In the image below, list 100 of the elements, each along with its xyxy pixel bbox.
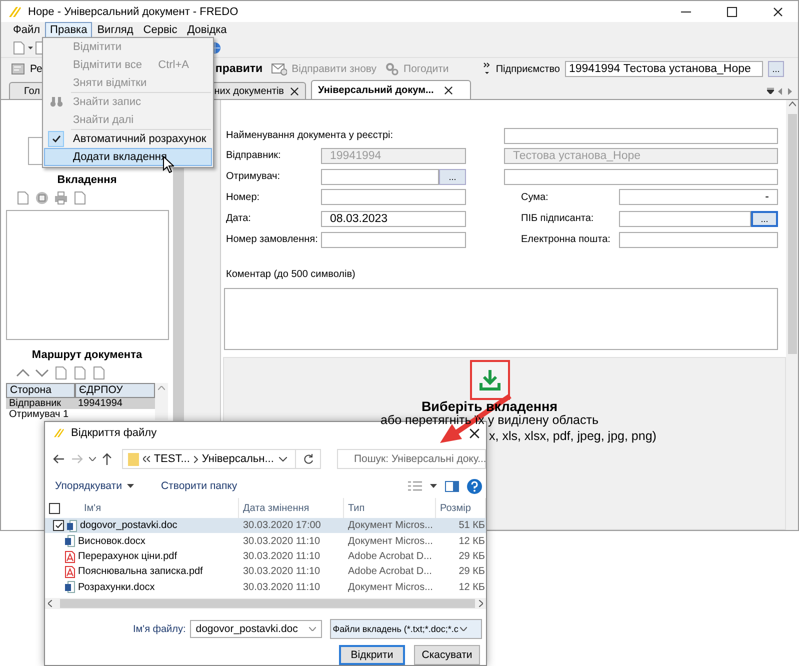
pdf-file-icon — [65, 566, 75, 578]
lookup-button[interactable]: ... — [439, 168, 466, 184]
file-row[interactable]: Розрахунки.docx 30.03.2020 11:10 Документ Micros... 12 КБ — [45, 580, 486, 596]
table-cell-text: Документ Micros... — [347, 536, 434, 547]
input-field[interactable] — [321, 168, 439, 184]
scroll-right-icon[interactable] — [787, 88, 792, 95]
checkbox[interactable] — [49, 502, 60, 514]
file-type-dropdown[interactable]: Файли вкладень (*.txt;*.doc;*.c — [330, 619, 482, 640]
input-field[interactable] — [321, 189, 466, 205]
binoculars-icon — [50, 97, 62, 107]
file-row[interactable]: Висновок.docx 30.03.2020 11:10 Документ Micros... 12 КБ — [45, 533, 486, 549]
close-icon[interactable] — [469, 428, 480, 438]
menu-item[interactable]: Файл — [8, 22, 46, 38]
print-icon[interactable] — [54, 191, 68, 205]
delete-attachment-icon[interactable] — [73, 191, 87, 205]
organize-button[interactable]: Упорядкувати — [55, 480, 134, 492]
file-row[interactable]: Перерахунок ціни.pdf 30.03.2020 11:10 Adobe Acrobat D... 29 КБ — [45, 548, 486, 564]
column-header[interactable]: Сторона — [6, 383, 75, 398]
lookup-button[interactable]: ... — [751, 210, 778, 226]
input-field[interactable] — [504, 168, 778, 184]
app-logo-icon — [53, 428, 65, 438]
input-field[interactable] — [619, 210, 751, 226]
input-field[interactable] — [504, 128, 778, 144]
menu-item[interactable]: Сервіс — [138, 22, 182, 38]
input-field[interactable]: - — [619, 189, 778, 205]
table-cell-text: 30.03.2020 11:10 — [242, 582, 322, 593]
path-segment[interactable]: TEST... — [154, 453, 190, 465]
file-name: Пояснювальна записка.pdf — [78, 566, 203, 578]
scan-icon[interactable] — [35, 191, 49, 205]
field-label: Дата: — [226, 213, 252, 224]
search-field[interactable]: Пошук: Універсальні доку... — [337, 449, 486, 469]
table-cell: 19941994 — [75, 398, 155, 409]
caret-icon[interactable] — [460, 627, 468, 632]
refresh-icon[interactable] — [302, 454, 314, 464]
scroll-up-icon[interactable] — [788, 100, 796, 108]
window-title: Hope - Універсальний документ - FREDO — [28, 6, 240, 18]
download-icon[interactable] — [478, 369, 500, 391]
checkbox[interactable] — [53, 520, 64, 532]
field-label: Сума: — [521, 192, 550, 202]
add-attachment-icon[interactable] — [16, 191, 30, 205]
file-name-field[interactable]: dogovor_postavki.doc — [190, 620, 322, 638]
overflow-icon[interactable] — [482, 62, 491, 76]
table-cell-text: Отримувач 1 — [8, 409, 70, 420]
maximize-icon[interactable] — [727, 6, 737, 16]
app-logo-icon — [8, 6, 22, 18]
delete-route-icon[interactable] — [92, 366, 106, 380]
field-label: Відправник: — [226, 150, 282, 161]
dialog-button[interactable]: Скасувати — [414, 645, 480, 665]
comment-field[interactable] — [224, 288, 778, 350]
menu-item[interactable]: Додати вкладення — [44, 148, 212, 166]
toolbar-button[interactable]: правити — [215, 63, 271, 75]
menu-item[interactable]: Вигляд — [92, 22, 138, 38]
word-file-icon — [65, 581, 75, 594]
add-route-icon[interactable] — [54, 366, 68, 380]
scroll-up-icon[interactable] — [158, 386, 165, 390]
lookup-button[interactable]: ... — [768, 61, 784, 77]
file-row[interactable]: Пояснювальна записка.pdf 30.03.2020 11:10 Adobe Acrobat D... 29 КБ — [45, 564, 486, 580]
close-icon[interactable] — [290, 86, 299, 96]
input-field[interactable]: 08.03.2023 — [321, 210, 466, 226]
address-bar[interactable]: TEST... Універсальн... — [122, 449, 321, 469]
forward-icon[interactable] — [70, 454, 83, 464]
scrollbar-thumb[interactable] — [788, 114, 796, 354]
field-label: Отримувач: — [226, 171, 282, 182]
enterprise-label: Підприємство — [496, 64, 560, 74]
enterprise-field[interactable]: 19941994 Тестова установа_Hope — [565, 61, 763, 77]
move-up-icon[interactable] — [16, 368, 30, 378]
help-icon[interactable] — [467, 478, 482, 494]
menu-item[interactable]: Правка — [45, 22, 92, 38]
back-icon[interactable] — [53, 454, 65, 464]
preview-pane-icon[interactable] — [445, 480, 459, 492]
tab-list-icon[interactable] — [767, 88, 774, 94]
field-label: Електронна пошта: — [521, 234, 612, 245]
table-cell-text: Adobe Acrobat D... — [347, 566, 433, 578]
table-cell: Відправник — [6, 398, 75, 409]
dialog-button[interactable]: Відкрити — [339, 645, 405, 665]
move-down-icon[interactable] — [35, 368, 49, 378]
tab[interactable]: Універсальний докум... — [311, 80, 471, 99]
close-icon[interactable] — [773, 6, 783, 16]
table-cell-text: 30.03.2020 11:10 — [242, 536, 322, 547]
table-cell-text: 12 КБ — [458, 536, 486, 547]
new-document-icon[interactable] — [12, 40, 26, 54]
caret-icon[interactable] — [279, 456, 287, 462]
column-header[interactable]: ЄДРПОУ — [75, 383, 155, 398]
scroll-left-icon[interactable] — [778, 88, 783, 95]
view-options-icon[interactable] — [408, 480, 422, 492]
menu-item[interactable]: Довідка — [182, 22, 232, 38]
file-row[interactable]: dogovor_postavki.doc 30.03.2020 17:00 Документ Micros... 51 КБ — [45, 518, 486, 534]
scroll-left-icon[interactable] — [48, 600, 52, 608]
caret-icon[interactable] — [88, 457, 96, 461]
up-icon[interactable] — [102, 453, 112, 465]
close-icon[interactable] — [444, 86, 453, 94]
edit-route-icon[interactable] — [73, 366, 87, 380]
scroll-right-icon[interactable] — [479, 600, 483, 608]
input-field[interactable] — [619, 232, 778, 248]
scrollbar-thumb[interactable] — [60, 599, 475, 608]
input-field[interactable] — [321, 232, 466, 248]
menu-item[interactable]: Автоматичний розрахунок — [44, 130, 212, 148]
word-file-icon — [65, 535, 75, 548]
dialog-title: Відкриття файлу — [71, 427, 157, 439]
table-cell-text: 51 КБ — [458, 520, 486, 532]
